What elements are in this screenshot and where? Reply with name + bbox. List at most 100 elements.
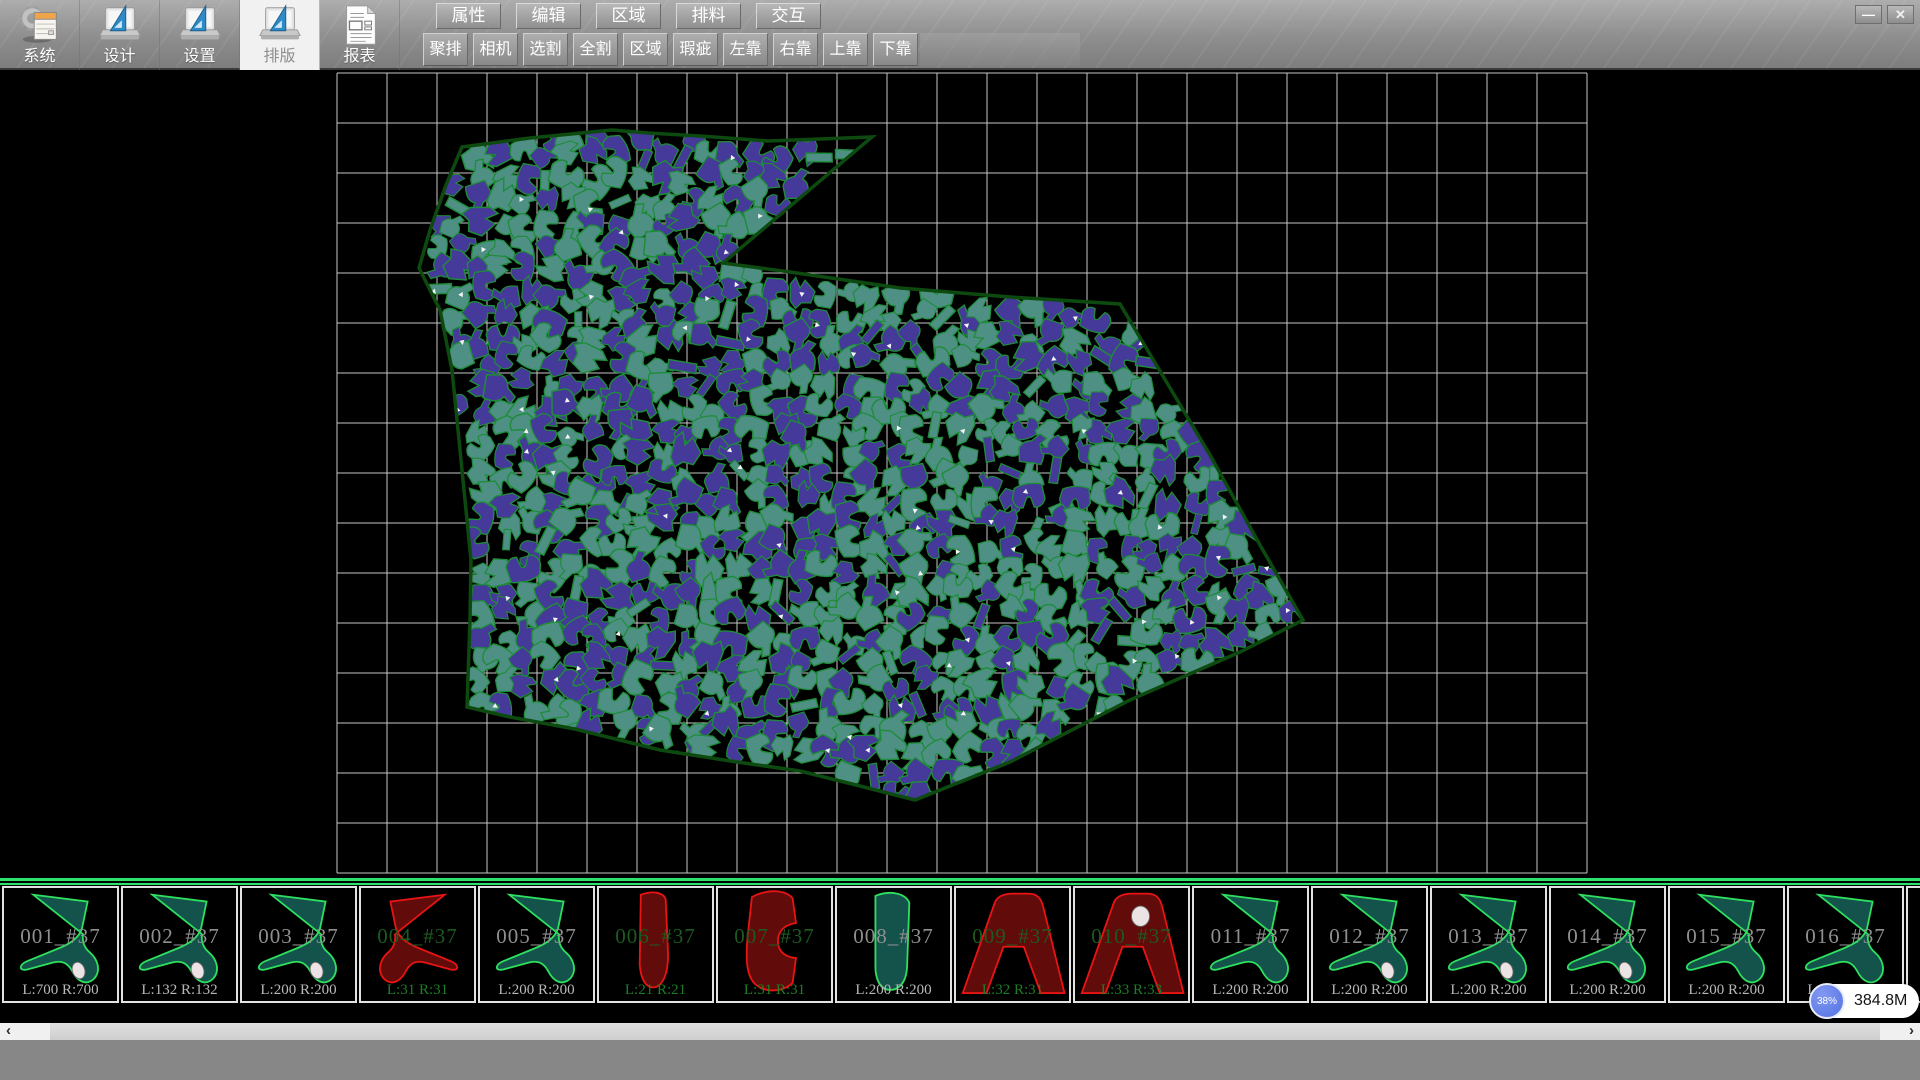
thumbnail-cells: 001_#37L:700 R:700002_#37L:132 R:132003_… <box>0 886 1920 1003</box>
piece-lr-label: L:200 R:200 <box>480 982 593 999</box>
piece-lr-label: L:31 R:31 <box>361 982 474 999</box>
thumbnail-cell[interactable]: 013_#37 L:200 R:200 <box>1430 886 1547 1003</box>
thumbnail-strip: 001_#37L:700 R:700002_#37L:132 R:132003_… <box>0 878 1920 1005</box>
piece-id-label: 004_#37 <box>361 924 474 949</box>
application-window: 系统设计设置排版报表 属性编辑区域排料交互 聚排相机选割全割区域瑕疵左靠右靠上靠… <box>0 0 1920 1080</box>
piece-id-label: 006_#37 <box>599 924 712 949</box>
status-bar <box>0 1040 1920 1080</box>
system-icon <box>17 2 63 48</box>
piece-id-label: 001_#37 <box>4 924 117 949</box>
toolbar-button-design[interactable]: 设计 <box>80 0 160 70</box>
piece-id-label: 015_#37 <box>1670 924 1783 949</box>
minimize-button[interactable]: — <box>1855 5 1882 24</box>
report-icon <box>337 2 383 48</box>
action-button[interactable]: 区域 <box>623 33 668 66</box>
piece-lr-label: L:200 R:200 <box>1313 982 1426 999</box>
menu-tab-bar: 属性编辑区域排料交互 <box>436 3 821 29</box>
piece-id-label: 007_#37 <box>718 924 831 949</box>
close-button[interactable]: ✕ <box>1887 5 1914 24</box>
toolbar-button-label: 设计 <box>103 48 135 66</box>
thumbnail-cell[interactable]: 004_#37 L:31 R:31 <box>359 886 476 1003</box>
thumbnail-cell[interactable]: 012_#37 L:200 R:200 <box>1311 886 1428 1003</box>
piece-lr-label: L:200 R:200 <box>1670 982 1783 999</box>
thumbnail-cell[interactable]: 002_#37 L:132 R:132 <box>121 886 238 1003</box>
piece-id-label: 011_#37 <box>1194 924 1307 949</box>
action-button[interactable]: 左靠 <box>723 33 768 66</box>
toolbar-button-label: 报表 <box>343 48 375 66</box>
nesting-canvas-drawing <box>0 70 1920 878</box>
piece-id-label: 012_#37 <box>1313 924 1426 949</box>
thumbnail-cell[interactable]: 009_#37 L:32 R:31 <box>954 886 1071 1003</box>
piece-id-label: 008_#37 <box>837 924 950 949</box>
memory-value: 384.8M <box>1854 992 1907 1010</box>
strip-accent-line <box>0 883 1920 885</box>
toolbar-button-nesting[interactable]: 排版 <box>240 0 320 70</box>
action-button[interactable]: 右靠 <box>773 33 818 66</box>
action-button[interactable]: 选割 <box>523 33 568 66</box>
thumbnail-cell[interactable]: 010_#37 L:33 R:33 <box>1073 886 1190 1003</box>
piece-lr-label: L:200 R:200 <box>242 982 355 999</box>
bottom-gap <box>0 1005 1920 1023</box>
piece-id-label: 003_#37 <box>242 924 355 949</box>
action-button[interactable]: 全割 <box>573 33 618 66</box>
piece-id-label: 013_#37 <box>1432 924 1545 949</box>
piece-id-label: 002_#37 <box>123 924 236 949</box>
horizontal-scrollbar[interactable]: ‹ › <box>0 1023 1920 1040</box>
thumbnail-cell[interactable]: 015_#37 L:200 R:200 <box>1668 886 1785 1003</box>
thumbnail-cell[interactable]: 005_#37 L:200 R:200 <box>478 886 595 1003</box>
nesting-icon <box>257 2 303 48</box>
piece-id-label: 009_#37 <box>956 924 1069 949</box>
piece-id-label: 017_#37 <box>1908 924 1920 949</box>
piece-lr-label: L:132 R:132 <box>123 982 236 999</box>
toolbar-button-system[interactable]: 系统 <box>0 0 80 70</box>
thumbnail-cell[interactable]: 008_#37 L:200 R:200 <box>835 886 952 1003</box>
toolbar-button-label: 设置 <box>183 48 215 66</box>
action-button[interactable]: 瑕疵 <box>673 33 718 66</box>
memory-badge: 38% 384.8M <box>1810 984 1919 1018</box>
scroll-right-button[interactable]: › <box>1880 1023 1920 1040</box>
piece-id-label: 016_#37 <box>1789 924 1902 949</box>
toolbar-spacer <box>920 33 1080 66</box>
menu-tab[interactable]: 编辑 <box>516 3 581 29</box>
piece-lr-label: L:200 R:200 <box>1551 982 1664 999</box>
thumbnail-cell[interactable]: 007_#37 L:31 R:31 <box>716 886 833 1003</box>
nesting-canvas[interactable] <box>0 70 1920 878</box>
toolbar-button-label: 系统 <box>23 48 55 66</box>
thumbnail-cell[interactable]: 014_#37 L:200 R:200 <box>1549 886 1666 1003</box>
piece-lr-label: L:33 R:33 <box>1075 982 1188 999</box>
settings-icon <box>177 2 223 48</box>
thumbnail-cell[interactable]: 003_#37 L:200 R:200 <box>240 886 357 1003</box>
progress-percent: 38% <box>1817 996 1837 1007</box>
piece-lr-label: L:32 R:31 <box>956 982 1069 999</box>
thumbnail-cell[interactable]: 011_#37 L:200 R:200 <box>1192 886 1309 1003</box>
piece-lr-label: L:200 R:200 <box>1194 982 1307 999</box>
thumbnail-cell[interactable]: 001_#37 L:700 R:700 <box>2 886 119 1003</box>
main-toolbar: 系统设计设置排版报表 属性编辑区域排料交互 聚排相机选割全割区域瑕疵左靠右靠上靠… <box>0 0 1920 70</box>
piece-id-label: 005_#37 <box>480 924 593 949</box>
menu-tab[interactable]: 交互 <box>756 3 821 29</box>
scroll-left-button[interactable]: ‹ <box>0 1023 50 1040</box>
action-button[interactable]: 下靠 <box>873 33 918 66</box>
action-button[interactable]: 相机 <box>473 33 518 66</box>
toolbar-button-settings[interactable]: 设置 <box>160 0 240 70</box>
menu-tab[interactable]: 属性 <box>436 3 501 29</box>
piece-lr-label: L:200 R:200 <box>837 982 950 999</box>
toolbar-button-label: 排版 <box>263 48 295 66</box>
action-button[interactable]: 上靠 <box>823 33 868 66</box>
piece-lr-label: L:31 R:31 <box>718 982 831 999</box>
progress-circle: 38% <box>1809 983 1845 1019</box>
piece-id-label: 010_#37 <box>1075 924 1188 949</box>
piece-lr-label: L:21 R:21 <box>599 982 712 999</box>
action-button[interactable]: 聚排 <box>423 33 468 66</box>
main-toolbar-buttons: 系统 设计 设置 排版 报表 <box>0 0 400 70</box>
action-button-bar: 聚排相机选割全割区域瑕疵左靠右靠上靠下靠 <box>423 33 918 66</box>
menu-tab[interactable]: 排料 <box>676 3 741 29</box>
piece-lr-label: L:700 R:700 <box>4 982 117 999</box>
menu-tab[interactable]: 区域 <box>596 3 661 29</box>
thumbnail-cell[interactable]: 006_#37 L:21 R:21 <box>597 886 714 1003</box>
scroll-track[interactable] <box>50 1023 1880 1040</box>
piece-id-label: 014_#37 <box>1551 924 1664 949</box>
design-icon <box>97 2 143 48</box>
piece-lr-label: L:200 R:200 <box>1432 982 1545 999</box>
toolbar-button-report[interactable]: 报表 <box>320 0 400 70</box>
